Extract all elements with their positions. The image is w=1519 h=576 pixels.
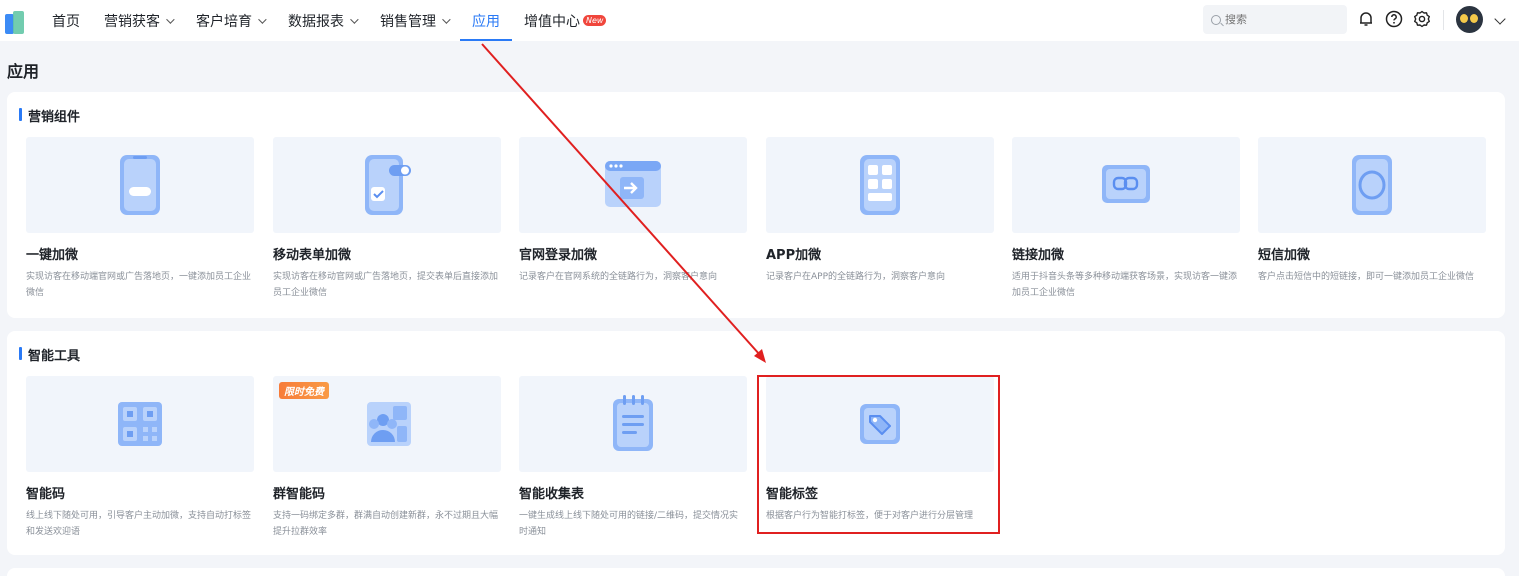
annotation-arrow: [481, 43, 766, 363]
